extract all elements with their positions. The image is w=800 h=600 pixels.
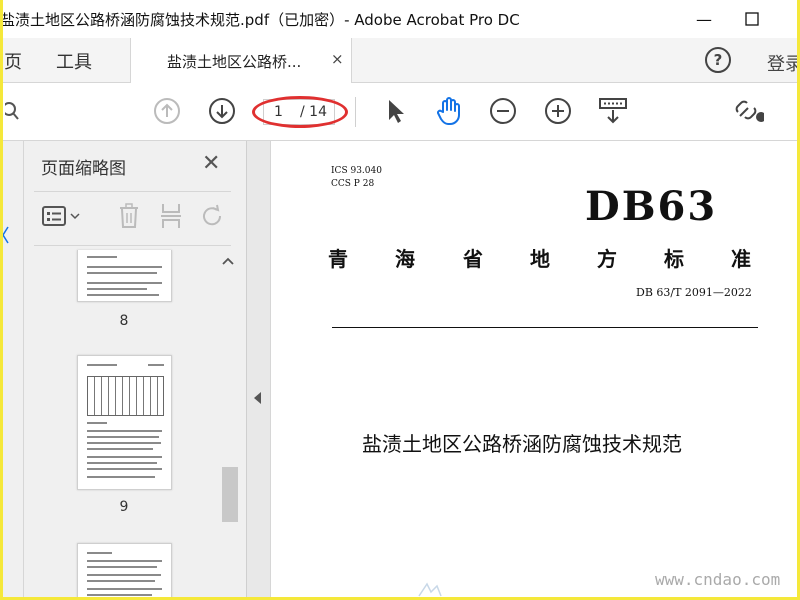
panel-title: 页面缩略图 [41,159,126,179]
doc-standard-char: 省 [463,247,483,271]
prev-page-icon[interactable] [152,96,182,126]
rotate-page-icon[interactable] [198,201,228,231]
panel-indicator-icon [2,226,9,244]
collapse-arrow-icon[interactable] [254,392,261,404]
doc-ccs: CCS P 28 [331,179,375,189]
main-toolbar: 1 / 14 [0,83,800,141]
thumbnail-label-9: 9 [119,499,129,515]
panel-divider-2 [34,245,231,246]
maximize-icon [745,12,759,26]
close-tab-button[interactable]: × [331,50,344,68]
thumbnail-options-icon[interactable] [40,201,84,231]
panel-close-button[interactable]: ✕ [202,151,220,176]
thumbnail-label-8: 8 [119,313,129,329]
login-button[interactable]: 登录 [767,50,800,76]
window-title: 盐渍土地区公路桥涵防腐蚀技术规范.pdf（已加密）- Adobe Acrobat… [0,11,520,29]
doc-standard-char: 地 [530,247,550,271]
search-icon[interactable] [0,96,30,126]
share-link-icon[interactable] [734,96,764,126]
doc-standard-char: 海 [395,247,415,271]
minimize-button[interactable]: — [684,4,724,34]
document-tab-label: 盐渍土地区公路桥... [167,53,302,71]
toolbar-divider [355,97,356,127]
scrollbar-thumb[interactable] [222,467,238,522]
zoom-out-icon[interactable] [488,96,518,126]
doc-standard-char: 青 [328,247,348,271]
maximize-button[interactable] [732,4,772,34]
doc-standard-char: 标 [664,247,684,271]
scroll-up-icon[interactable] [221,256,235,266]
doc-ics: ICS 93.040 [331,166,382,176]
doc-title: 盐渍土地区公路桥涵防腐蚀技术规范 [362,432,682,456]
watermark-text: www.cndao.com [655,570,781,589]
thumbnail-page-9[interactable] [77,355,172,490]
delete-page-icon[interactable] [114,201,144,231]
tab-home[interactable]: 页 [4,48,22,74]
zoom-in-icon[interactable] [543,96,573,126]
insert-page-icon[interactable] [156,201,186,231]
hand-tool-icon[interactable] [434,96,464,126]
doc-header: DB63 [585,183,718,230]
doc-standard-char: 准 [731,247,751,271]
next-page-icon[interactable] [207,96,237,126]
document-view[interactable] [271,141,800,600]
left-rail [0,141,24,600]
thumbnail-scrollbar[interactable] [220,250,240,600]
tab-tools[interactable]: 工具 [56,48,92,74]
doc-standard-code: DB 63/T 2091—2022 [636,286,752,299]
watermark-logo-icon [418,582,442,597]
thumbnail-table [87,376,164,416]
tab-document[interactable]: 盐渍土地区公路桥... × [130,38,352,83]
thumbnail-page-10[interactable] [77,543,172,600]
doc-standard-char: 方 [597,247,617,271]
panel-divider [34,191,231,192]
title-bar: 盐渍土地区公路桥涵防腐蚀技术规范.pdf（已加密）- Adobe Acrobat… [0,0,800,38]
help-icon[interactable]: ? [705,47,731,73]
panel-collapse-strip[interactable] [247,141,271,600]
doc-rule [332,327,758,328]
select-arrow-icon[interactable] [380,96,410,126]
page-display-icon[interactable] [598,96,628,126]
thumbnail-page-8[interactable] [77,250,172,302]
tab-bar: 页 工具 盐渍土地区公路桥... × ? 登录 [0,38,800,83]
highlight-ring [252,96,348,128]
